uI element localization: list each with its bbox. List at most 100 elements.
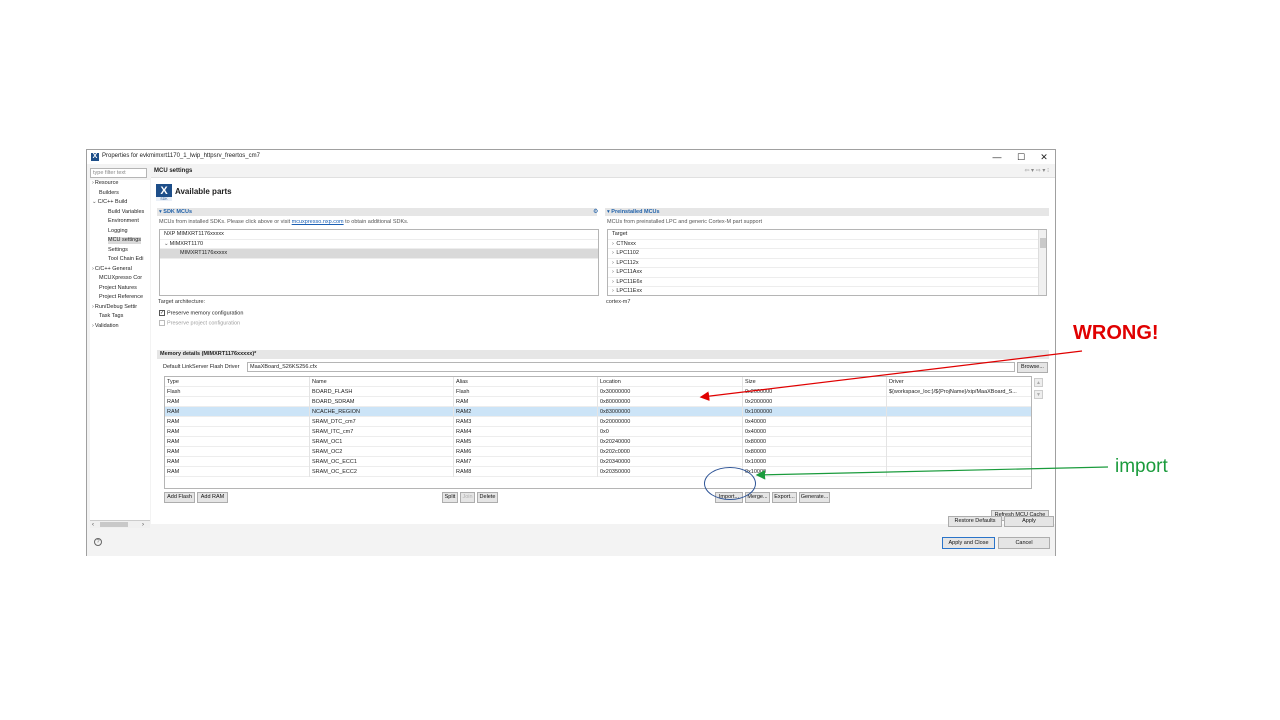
tree-item-cpp-general[interactable]: ›C/C++ General <box>92 266 132 273</box>
tree-item-project-natures[interactable]: Project Natures <box>99 285 137 292</box>
cell-size[interactable]: 0x40000 <box>743 427 887 437</box>
preserve-memory-checkbox[interactable]: ✓ <box>159 310 165 316</box>
tree-item-cpp-build[interactable]: ⌄C/C++ Build <box>92 199 127 206</box>
tree-horizontal-scrollbar[interactable]: ‹ › <box>90 520 150 528</box>
table-row[interactable]: Flash BOARD_FLASH Flash 0x30000000 0x2000000… <box>165 387 1031 397</box>
cell-location[interactable]: 0x83000000 <box>598 407 743 417</box>
list-item[interactable]: › LPC1102 <box>608 249 1046 259</box>
cell-name[interactable]: SRAM_OC2 <box>310 447 454 457</box>
cell-type[interactable]: RAM <box>165 457 310 467</box>
browse-button[interactable]: Browse... <box>1017 362 1048 373</box>
tree-item-builders[interactable]: Builders <box>99 190 119 197</box>
table-row[interactable]: RAM SRAM_OC_ECC2 RAM8 0x20350000 0x10000 <box>165 467 1031 477</box>
tree-item-logging[interactable]: Logging <box>108 228 128 235</box>
chevron-right-icon[interactable]: › <box>612 260 614 266</box>
cell-alias[interactable]: Flash <box>454 387 598 397</box>
table-row[interactable]: RAM BOARD_SDRAM RAM 0x80000000 0x2000000 <box>165 397 1031 407</box>
chevron-right-icon[interactable]: › <box>612 279 614 285</box>
scroll-left-icon[interactable]: ‹ <box>92 522 94 528</box>
add-flash-button[interactable]: Add Flash <box>164 492 195 503</box>
list-item[interactable]: › LPC112x <box>608 259 1046 268</box>
preinstalled-mcus-header[interactable]: ▾ Preinstalled MCUs <box>605 208 1049 216</box>
chevron-right-icon[interactable]: › <box>92 266 94 272</box>
cell-type[interactable]: RAM <box>165 437 310 447</box>
list-item[interactable]: › LPC11Exx <box>608 287 1046 295</box>
chevron-right-icon[interactable]: › <box>92 180 94 186</box>
cell-location[interactable]: 0x20340000 <box>598 457 743 467</box>
restore-defaults-button[interactable]: Restore Defaults <box>948 516 1002 527</box>
move-down-button[interactable]: ▼ <box>1034 390 1043 399</box>
cell-type[interactable]: RAM <box>165 397 310 407</box>
cell-driver[interactable] <box>887 427 1031 437</box>
cell-alias[interactable]: RAM8 <box>454 467 598 477</box>
cell-name[interactable]: SRAM_OC_ECC1 <box>310 457 454 467</box>
list-item[interactable]: › CTNxxx <box>608 240 1046 249</box>
cell-driver[interactable] <box>887 417 1031 427</box>
minimize-button[interactable]: — <box>985 151 1009 163</box>
chevron-right-icon[interactable]: › <box>612 269 614 275</box>
table-row[interactable]: RAM SRAM_OC_ECC1 RAM7 0x20340000 0x10000 <box>165 457 1031 467</box>
cell-driver[interactable] <box>887 397 1031 407</box>
table-row[interactable]: RAM SRAM_OC1 RAM5 0x20240000 0x80000 <box>165 437 1031 447</box>
chevron-right-icon[interactable]: › <box>612 241 614 247</box>
tree-item-mcu-settings[interactable]: MCU settings <box>108 237 142 244</box>
cell-size[interactable]: 0x80000 <box>743 447 887 457</box>
apply-button[interactable]: Apply <box>1004 516 1054 527</box>
tree-item-settings[interactable]: Settings <box>108 247 128 254</box>
cell-size[interactable]: 0x80000 <box>743 437 887 447</box>
cell-alias[interactable]: RAM <box>454 397 598 407</box>
close-button[interactable]: ✕ <box>1032 151 1056 163</box>
cell-location[interactable]: 0x80000000 <box>598 397 743 407</box>
mcuxpresso-link[interactable]: mcuxpresso.nxp.com <box>292 219 344 225</box>
tree-item-build-variables[interactable]: Build Variables <box>108 209 144 216</box>
column-header-type[interactable]: Type <box>165 377 310 387</box>
cell-alias[interactable]: RAM5 <box>454 437 598 447</box>
apply-and-close-button[interactable]: Apply and Close <box>942 537 995 549</box>
join-button[interactable]: Join <box>460 492 475 503</box>
tree-item-task-tags[interactable]: Task Tags <box>99 313 123 320</box>
tree-item-resource[interactable]: ›Resource <box>92 180 118 187</box>
move-up-button[interactable]: ▲ <box>1034 378 1043 387</box>
cell-location[interactable]: 0x0 <box>598 427 743 437</box>
chevron-right-icon[interactable]: › <box>612 288 614 294</box>
cell-type[interactable]: RAM <box>165 447 310 457</box>
scroll-right-icon[interactable]: › <box>142 522 144 528</box>
cell-type[interactable]: Flash <box>165 387 310 397</box>
add-ram-button[interactable]: Add RAM <box>197 492 228 503</box>
cell-size[interactable]: 0x40000 <box>743 417 887 427</box>
cell-driver[interactable] <box>887 437 1031 447</box>
tree-item-tool-chain-editor[interactable]: Tool Chain Edi <box>108 256 143 263</box>
cell-type[interactable]: RAM <box>165 407 310 417</box>
table-row[interactable]: RAM SRAM_ITC_cm7 RAM4 0x0 0x40000 <box>165 427 1031 437</box>
cell-name[interactable]: BOARD_FLASH <box>310 387 454 397</box>
export-button[interactable]: Export... <box>772 492 797 503</box>
tree-item-validation[interactable]: ›Validation <box>92 323 119 330</box>
cell-size[interactable]: 0x1000000 <box>743 407 887 417</box>
filter-input[interactable]: type filter text <box>90 168 147 178</box>
list-vertical-scrollbar[interactable] <box>1038 230 1046 295</box>
preserve-memory-option[interactable]: ✓ Preserve memory configuration <box>159 310 243 316</box>
sdk-mcus-header[interactable]: ▾ SDK MCUs <box>157 208 597 216</box>
cell-location[interactable]: 0x202c0000 <box>598 447 743 457</box>
preserve-project-option[interactable]: Preserve project configuration <box>159 320 240 326</box>
sdk-settings-icon[interactable]: ⚙ <box>593 208 598 215</box>
cell-driver[interactable] <box>887 457 1031 467</box>
column-header-size[interactable]: Size <box>743 377 887 387</box>
list-item[interactable]: › LPC11E6x <box>608 278 1046 287</box>
preserve-project-checkbox[interactable] <box>159 320 165 326</box>
chevron-down-icon[interactable]: ⌄ <box>164 241 169 247</box>
table-row[interactable]: RAM SRAM_DTC_cm7 RAM3 0x20000000 0x40000 <box>165 417 1031 427</box>
cell-alias[interactable]: RAM6 <box>454 447 598 457</box>
scrollbar-thumb[interactable] <box>100 522 128 527</box>
cell-alias[interactable]: RAM3 <box>454 417 598 427</box>
cell-alias[interactable]: RAM2 <box>454 407 598 417</box>
chevron-right-icon[interactable]: › <box>612 250 614 256</box>
tree-item-project-references[interactable]: Project Reference <box>99 294 143 301</box>
chevron-right-icon[interactable]: › <box>92 323 94 329</box>
generate-button[interactable]: Generate... <box>799 492 830 503</box>
cell-driver[interactable] <box>887 467 1031 477</box>
help-icon[interactable]: ? <box>94 538 102 546</box>
list-item[interactable]: ⌄MIMXRT1170 <box>160 240 598 249</box>
cell-alias[interactable]: RAM7 <box>454 457 598 467</box>
history-nav-icon[interactable]: ⇦ ▾ ⇨ ▾ ⁝ <box>1024 167 1049 174</box>
